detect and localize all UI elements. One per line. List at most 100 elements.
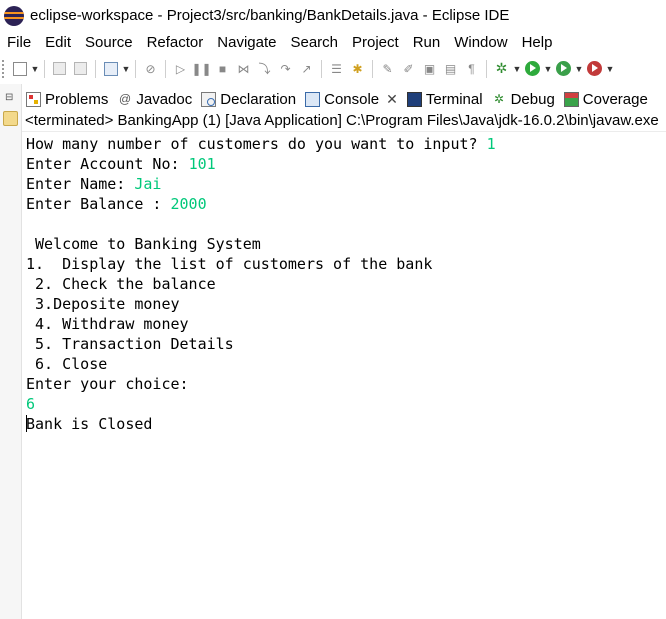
step-return-icon[interactable]: ↗: [296, 59, 317, 79]
menu-project[interactable]: Project: [345, 34, 406, 51]
skip-breakpoints-icon[interactable]: ⊘: [140, 59, 161, 79]
console-output-text: 1. Display the list of customers of the …: [26, 255, 433, 273]
external-tools-icon[interactable]: [584, 59, 605, 79]
open-task-icon[interactable]: ☰: [326, 59, 347, 79]
console-output-text: Enter Name:: [26, 175, 135, 193]
console-output[interactable]: How many number of customers do you want…: [22, 134, 666, 619]
console-line: 5. Transaction Details: [26, 334, 666, 354]
save-icon[interactable]: [49, 59, 70, 79]
toolbar-grip[interactable]: [2, 59, 6, 78]
console-user-input: 6: [26, 395, 36, 413]
tab-console[interactable]: Console ✕: [301, 86, 403, 112]
external-tools-dropdown-icon[interactable]: ▼: [605, 59, 615, 79]
console-icon: [305, 91, 321, 107]
console-output-text: How many number of customers do you want…: [26, 135, 487, 153]
views-tab-bar: Problems @ Javadoc Declaration Console ✕…: [22, 86, 666, 112]
menu-edit[interactable]: Edit: [38, 34, 78, 51]
menu-file[interactable]: File: [0, 34, 38, 51]
coverage-run-icon[interactable]: [553, 59, 574, 79]
new-dropdown-icon[interactable]: ▼: [30, 59, 40, 79]
tab-label: Problems: [45, 90, 109, 108]
window-title: eclipse-workspace - Project3/src/banking…: [30, 7, 510, 24]
run-dropdown-icon[interactable]: ▼: [543, 59, 553, 79]
tab-declaration[interactable]: Declaration: [197, 86, 301, 112]
console-user-input: Jai: [134, 175, 162, 193]
new-icon[interactable]: [9, 59, 30, 79]
run-icon[interactable]: [522, 59, 543, 79]
console-output-text: 6. Close: [26, 355, 108, 373]
console-line: Welcome to Banking System: [26, 234, 666, 254]
tab-label: Debug: [510, 90, 555, 108]
coverage-dropdown-icon[interactable]: ▼: [574, 59, 584, 79]
terminate-icon[interactable]: ■: [212, 59, 233, 79]
console-output-text: Enter Balance :: [26, 195, 171, 213]
step-into-icon[interactable]: ⤵: [254, 59, 275, 79]
tab-problems[interactable]: Problems: [22, 86, 113, 112]
menu-run[interactable]: Run: [406, 34, 448, 51]
console-output-text: 2. Check the balance: [26, 275, 216, 293]
open-type-icon[interactable]: ✱: [347, 59, 368, 79]
toggle-breadcrumb-icon[interactable]: ▤: [440, 59, 461, 79]
console-line: 6: [26, 394, 666, 414]
console-line: How many number of customers do you want…: [26, 134, 666, 154]
save-all-icon[interactable]: [70, 59, 91, 79]
console-line: 2. Check the balance: [26, 274, 666, 294]
resume-icon[interactable]: ▷: [170, 59, 191, 79]
console-output-text: 4. Withdraw money: [26, 315, 189, 333]
console-line: 6. Close: [26, 354, 666, 374]
tab-label: Console: [324, 90, 380, 108]
console-line: Enter Balance : 2000: [26, 194, 666, 214]
menu-navigate[interactable]: Navigate: [210, 34, 283, 51]
tab-debug[interactable]: ✲ Debug: [488, 86, 560, 112]
package-explorer-icon[interactable]: [3, 111, 18, 126]
menu-bar: File Edit Source Refactor Navigate Searc…: [0, 31, 666, 53]
toolbar-separator: [135, 59, 136, 78]
console-line: 3.Deposite money: [26, 294, 666, 314]
open-console-dropdown-icon[interactable]: ▼: [121, 59, 131, 79]
menu-source[interactable]: Source: [78, 34, 140, 51]
open-console-icon[interactable]: [100, 59, 121, 79]
tab-label: Javadoc: [136, 90, 193, 108]
debug-dropdown-icon[interactable]: ▼: [512, 59, 522, 79]
toggle-block-icon[interactable]: ▣: [419, 59, 440, 79]
debug-icon[interactable]: ✲: [491, 59, 512, 79]
toggle-mark-icon[interactable]: ✎: [377, 59, 398, 79]
console-user-input: 2000: [170, 195, 207, 213]
debug-icon: ✲: [494, 92, 505, 106]
tab-label: Terminal: [425, 90, 483, 108]
toggle-highlight-icon[interactable]: ✐: [398, 59, 419, 79]
console-output-text: Enter your choice:: [26, 375, 189, 393]
suspend-icon[interactable]: ❚❚: [191, 59, 212, 79]
console-user-input: 1: [486, 135, 496, 153]
console-line: 1. Display the list of customers of the …: [26, 254, 666, 274]
show-whitespace-icon[interactable]: ¶: [461, 59, 482, 79]
menu-search[interactable]: Search: [283, 34, 345, 51]
console-user-input: 101: [188, 155, 216, 173]
tab-javadoc[interactable]: @ Javadoc: [113, 86, 197, 112]
menu-help[interactable]: Help: [515, 34, 560, 51]
console-line: 4. Withdraw money: [26, 314, 666, 334]
console-output-text: Welcome to Banking System: [26, 235, 261, 253]
console-line: Enter Name: Jai: [26, 174, 666, 194]
console-status: <terminated> BankingApp (1) [Java Applic…: [22, 112, 666, 132]
close-icon[interactable]: ✕: [386, 91, 398, 108]
step-over-icon[interactable]: ↷: [275, 59, 296, 79]
title-bar: eclipse-workspace - Project3/src/banking…: [0, 0, 666, 31]
tab-terminal[interactable]: Terminal: [403, 86, 488, 112]
coverage-icon: [563, 91, 579, 107]
console-output-text: 5. Transaction Details: [26, 335, 234, 353]
tab-label: Coverage: [582, 90, 648, 108]
tab-coverage[interactable]: Coverage: [560, 86, 653, 112]
toolbar-separator: [321, 59, 322, 78]
menu-window[interactable]: Window: [447, 34, 514, 51]
console-line: Bank is Closed: [26, 414, 666, 434]
console-output-text: Bank is Closed: [26, 415, 153, 433]
disconnect-icon[interactable]: ⋈: [233, 59, 254, 79]
restore-icon[interactable]: ⊟: [5, 92, 13, 103]
toolbar-separator: [95, 59, 96, 78]
toolbar-separator: [165, 59, 166, 78]
javadoc-icon: @: [118, 92, 131, 106]
toolbar-separator: [44, 59, 45, 78]
menu-refactor[interactable]: Refactor: [140, 34, 211, 51]
